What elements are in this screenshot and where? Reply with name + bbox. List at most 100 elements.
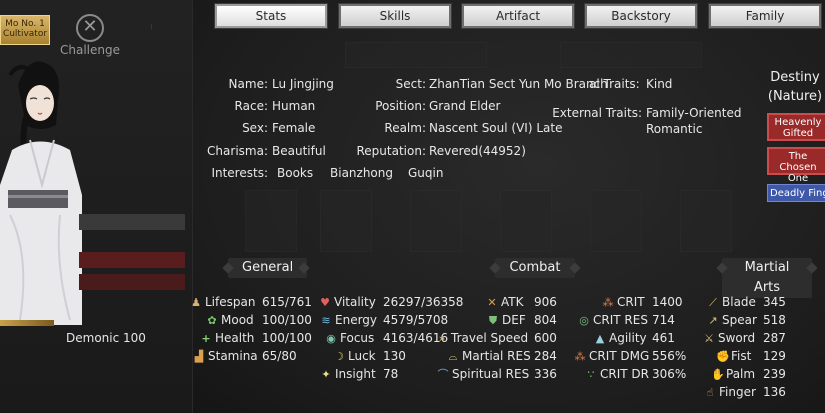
- destiny-trait-chosen-one[interactable]: The Chosen One: [767, 147, 825, 184]
- bg-tree-box: [320, 190, 372, 252]
- bg-tree-box: [680, 190, 732, 252]
- menu-button[interactable]: [79, 274, 185, 290]
- stat-value: 518: [763, 313, 786, 327]
- focus-icon: ◉: [326, 332, 336, 345]
- stat-def: ⛊ DEF: [487, 312, 526, 328]
- tab-family[interactable]: Family: [709, 4, 821, 28]
- stat-label: CRIT DMG: [589, 349, 650, 363]
- stat-value: 556%: [652, 349, 687, 363]
- internal-traits-label: al Traits:: [589, 77, 640, 91]
- crit-dmg-icon: ⁂: [574, 350, 586, 363]
- race-label: Race:: [234, 99, 268, 113]
- stat-crit-dr: ∵ CRIT DR: [585, 366, 649, 382]
- section-combat-label: Combat: [495, 258, 575, 278]
- mood-icon: ✿: [207, 314, 217, 327]
- section-general-label: General: [228, 258, 308, 278]
- badge-line-1: Mo No. 1: [5, 19, 45, 29]
- stat-label: Energy: [335, 313, 378, 327]
- blade-icon: ⟋: [709, 296, 717, 309]
- stat-fist: ✊Fist: [716, 348, 751, 364]
- internal-traits-value: Kind: [646, 77, 673, 91]
- luck-icon: ☽: [334, 350, 344, 363]
- tab-backstory[interactable]: Backstory: [585, 4, 697, 28]
- interest-item: Bianzhong: [330, 166, 393, 180]
- atk-icon: ✕: [487, 296, 497, 309]
- position-label: Position:: [375, 99, 426, 113]
- stat-label: Focus: [340, 331, 375, 345]
- stat-agility: ▲ Agility: [594, 330, 647, 346]
- tab-artifact[interactable]: Artifact: [462, 4, 574, 28]
- race-value: Human: [272, 99, 316, 113]
- stat-label: CRIT RES: [593, 313, 648, 327]
- stat-label: Mood: [221, 313, 254, 327]
- challenge-button[interactable]: ✕ Challenge: [60, 14, 120, 57]
- stat-label: Spiritual RES: [452, 367, 530, 381]
- stat-value: 906: [534, 295, 557, 309]
- menu-button[interactable]: [79, 214, 185, 230]
- fist-icon: ✊: [716, 350, 730, 363]
- stat-value: 714: [652, 313, 675, 327]
- stat-value: 804: [534, 313, 557, 327]
- stat-label: Vitality: [334, 295, 376, 309]
- interest-item: Books: [277, 166, 314, 180]
- stamina-icon: ▟: [194, 350, 204, 363]
- stat-label: Travel Speed: [451, 331, 529, 345]
- stat-value: 130: [383, 349, 406, 363]
- crossed-swords-icon: ✕: [76, 14, 104, 42]
- reputation-value: Revered(44952): [429, 144, 526, 158]
- stat-label: Stamina: [208, 349, 258, 363]
- bg-tree-box: [410, 190, 462, 252]
- stat-label: Spear: [722, 313, 757, 327]
- stat-crit-dmg: ⁂ CRIT DMG: [574, 348, 650, 364]
- crit-res-icon: ◎: [579, 314, 589, 327]
- stat-label: CRIT: [617, 295, 645, 309]
- destiny-title-line: (Nature): [767, 89, 823, 104]
- stat-value: 287: [763, 331, 786, 345]
- position-value: Grand Elder: [429, 99, 501, 113]
- stat-value: 26297/36358: [383, 295, 464, 309]
- stat-spear: ↗ Spear: [707, 312, 757, 328]
- stat-value: 4579/5708: [383, 313, 449, 327]
- stat-travel-speed: » Travel Speed: [436, 330, 528, 346]
- bg-tree-box: [500, 190, 552, 252]
- stat-energy: ≋ Energy: [320, 312, 377, 328]
- trait-line: Deadly Finge: [770, 188, 825, 199]
- insight-icon: ✦: [321, 368, 331, 381]
- badge-line-2: Cultivator: [2, 29, 48, 39]
- sex-value: Female: [272, 121, 316, 135]
- agility-icon: ▲: [595, 332, 605, 345]
- stat-label: Sword: [718, 331, 756, 345]
- travel-speed-icon: »: [438, 332, 446, 345]
- bg-tree-box: [245, 190, 297, 252]
- menu-button[interactable]: [79, 252, 185, 268]
- trait-line: Heavenly: [774, 117, 822, 128]
- stat-value: 1400: [652, 295, 683, 309]
- stat-value: 136: [763, 385, 786, 399]
- spear-icon: ↗: [708, 314, 718, 327]
- trait-line: Gifted: [782, 128, 814, 139]
- charisma-value: Beautiful: [272, 144, 326, 158]
- stat-value: 78: [383, 367, 399, 381]
- demonic-value: Demonic 100: [66, 331, 146, 345]
- tab-stats[interactable]: Stats: [215, 4, 327, 28]
- sword-icon: ⚔: [704, 332, 714, 345]
- stat-spiritual-res: ⌒ Spiritual RES: [437, 366, 530, 382]
- destiny-trait-deadly-finger[interactable]: Deadly Finge: [767, 184, 825, 202]
- interests-label: Interests:: [211, 166, 268, 180]
- stat-label: Palm: [726, 367, 756, 381]
- stat-sword: ⚔ Sword: [703, 330, 755, 346]
- external-trait: Romantic: [646, 122, 703, 136]
- stat-focus: ◉ Focus: [325, 330, 374, 346]
- section-martial-arts-label: Martial Arts: [722, 258, 812, 298]
- destiny-trait-heavenly-gifted[interactable]: Heavenly Gifted: [767, 113, 825, 141]
- realm-value: Nascent Soul (VI) Late: [429, 121, 563, 135]
- tab-skills[interactable]: Skills: [339, 4, 451, 28]
- energy-icon: ≋: [321, 314, 331, 327]
- name-value: Lu Jingjing: [272, 77, 334, 91]
- title-badge[interactable]: Mo No. 1 Cultivator: [0, 15, 50, 45]
- character-panel: Mo No. 1 Cultivator ✕ Challenge ᛧ Demoni…: [0, 0, 193, 413]
- sex-label: Sex:: [242, 121, 268, 135]
- stat-value: 336: [534, 367, 557, 381]
- stat-value: 306%: [652, 367, 687, 381]
- stat-value: 100/100: [262, 331, 312, 345]
